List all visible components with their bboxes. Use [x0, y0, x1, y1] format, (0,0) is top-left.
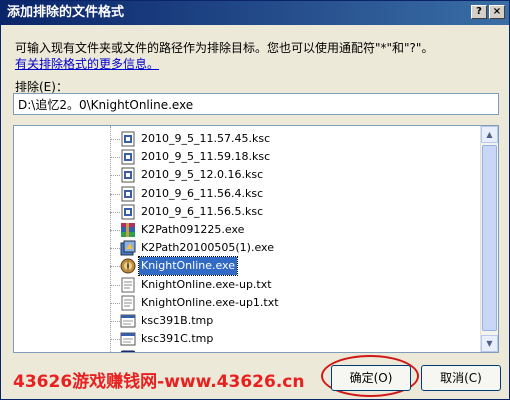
- file-name-label: 2010_9_5_11.59.18.ksc: [141, 150, 271, 164]
- file-name-label: KnightOnline.exe-up.txt: [141, 277, 272, 291]
- file-name-label: 2010_9_6_11.56.5.ksc: [141, 204, 264, 218]
- game-exe-icon: [120, 258, 136, 274]
- ok-button[interactable]: 确定(O): [331, 365, 411, 391]
- tree-branch-line: [110, 321, 120, 322]
- ksc-file-icon: [120, 204, 136, 220]
- file-name-label: K2Path091225.exe: [141, 223, 245, 236]
- tree-branch-line: [110, 230, 120, 231]
- scroll-up-button[interactable]: ▲: [481, 126, 498, 143]
- tmp-file-icon: [120, 331, 136, 347]
- file-name-label: KnightOnline.exe-up1.txt: [141, 295, 279, 309]
- file-name-label: K2Path20100505(1).exe: [141, 241, 274, 255]
- file-name-label: ksc391C.tmp: [141, 332, 214, 346]
- tree-branch-line: [110, 175, 120, 177]
- file-name-label: ksc391B.tmp: [141, 314, 214, 327]
- tree-branch-line: [110, 266, 120, 268]
- tree-branch-line: [110, 302, 120, 304]
- more-info-link[interactable]: 有关排除格式的更多信息。: [15, 55, 159, 72]
- tree-guide-line: [110, 126, 111, 352]
- tree-branch-line: [110, 157, 120, 159]
- help-button[interactable]: ?: [471, 5, 487, 19]
- viewer-exe-icon: [120, 349, 136, 352]
- file-name-label: KscViewer.exe: [139, 348, 221, 352]
- ksc-file-icon: [120, 149, 136, 165]
- file-name-label: KnightOnline.exe: [138, 256, 238, 277]
- vertical-scrollbar[interactable]: ▲ ▼: [480, 126, 498, 352]
- winrar-icon: [120, 222, 136, 238]
- tree-branch-line: [110, 193, 120, 195]
- text-file-icon: [120, 295, 136, 311]
- scroll-thumb[interactable]: [482, 145, 497, 331]
- tree-branch-line: [110, 139, 120, 140]
- file-tree[interactable]: 2010_9_5_11.57.45.ksc 2010_9_5_11.59.18.k…: [13, 125, 499, 353]
- file-name-label: 2010_9_5_11.57.45.ksc: [141, 132, 271, 145]
- cancel-button[interactable]: 取消(C): [421, 365, 501, 391]
- file-name-label: 2010_9_5_12.0.16.ksc: [141, 168, 264, 182]
- tree-branch-line: [110, 284, 120, 286]
- scroll-down-button[interactable]: ▼: [481, 335, 498, 352]
- tree-branch-line: [110, 248, 120, 250]
- close-button[interactable]: ×: [489, 5, 505, 19]
- tree-branch-line: [110, 211, 120, 213]
- ksc-file-icon: [120, 186, 136, 202]
- add-exclusion-dialog: 添加排除的文件格式 ? × 可输入现有文件夹或文件的路径作为排除目标。您也可以使…: [0, 0, 510, 400]
- title-bar: 添加排除的文件格式 ? ×: [1, 1, 509, 25]
- dialog-title: 添加排除的文件格式: [7, 5, 125, 20]
- ksc-file-icon: [120, 131, 136, 147]
- ksc-file-icon: [120, 167, 136, 183]
- instruction-text: 可输入现有文件夹或文件的路径作为排除目标。您也可以使用通配符"*"和"?"。: [15, 41, 434, 55]
- exclude-path-input[interactable]: [13, 93, 499, 115]
- tree-branch-line: [110, 339, 120, 341]
- text-file-icon: [120, 277, 136, 293]
- file-name-label: 2010_9_6_11.56.4.ksc: [141, 186, 264, 200]
- installer-icon: [120, 240, 136, 256]
- watermark-text: 43626游戏赚钱网-www.43626.cn: [13, 372, 305, 392]
- tmp-file-icon: [120, 313, 136, 329]
